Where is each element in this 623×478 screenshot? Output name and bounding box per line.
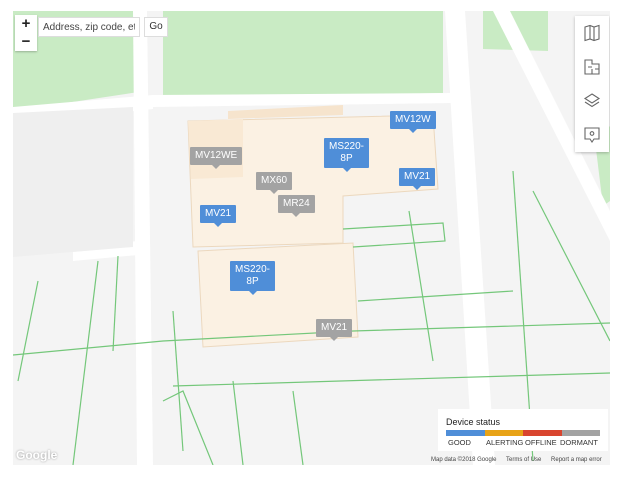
report-error-link[interactable]: Report a map error	[551, 457, 602, 463]
google-logo: Google	[16, 448, 58, 462]
layers-icon	[583, 93, 601, 108]
legend-swatch	[446, 430, 485, 436]
device-pin[interactable]: MV21	[399, 168, 436, 190]
floorplan-icon	[584, 59, 600, 75]
zoom-in-button[interactable]: +	[15, 15, 37, 33]
layers-button[interactable]	[575, 84, 609, 118]
device-pin[interactable]: MV21	[316, 319, 353, 341]
device-pin[interactable]: MS220- 8P	[324, 138, 370, 172]
tags-button[interactable]	[575, 118, 609, 152]
go-button[interactable]: Go	[144, 17, 168, 37]
device-pin[interactable]: MS220- 8P	[230, 261, 276, 295]
legend-swatch	[484, 430, 523, 436]
map-attribution: Map data ©2018 Google Terms of Use Repor…	[431, 457, 610, 463]
terms-link[interactable]: Terms of Use	[506, 457, 541, 463]
legend-label: OFFLINE	[525, 438, 557, 447]
device-status-legend: Device status GOOD ALERTING OFFLINE DORMANT	[438, 409, 608, 451]
device-pin[interactable]: MX60	[256, 172, 293, 194]
park-area	[163, 11, 443, 99]
building	[228, 105, 343, 119]
map-view-button[interactable]	[575, 16, 609, 50]
road	[133, 11, 153, 465]
legend-title: Device status	[446, 417, 501, 427]
map-icon	[584, 24, 600, 42]
zoom-control: + −	[15, 15, 37, 51]
building	[13, 107, 133, 257]
map-toolbar	[575, 16, 609, 152]
device-pin[interactable]: MV12WE	[190, 147, 243, 169]
device-pin[interactable]: MR24	[278, 195, 315, 217]
device-pin[interactable]: MV12W	[390, 111, 436, 133]
address-search-input[interactable]	[38, 17, 140, 37]
legend-label: GOOD	[448, 438, 471, 447]
map-base	[13, 11, 610, 465]
road	[445, 11, 495, 465]
legend-swatch	[523, 430, 562, 436]
map-view[interactable]: + − Go MV12W MV12WE MS220-8P MX60 MV21 MV21 MR…	[13, 11, 610, 465]
legend-label: DORMANT	[560, 438, 598, 447]
map-data-text: Map data ©2018 Google	[431, 457, 497, 463]
legend-swatch	[561, 430, 600, 436]
road	[153, 93, 453, 107]
legend-label: ALERTING	[486, 438, 524, 447]
tag-icon	[584, 127, 600, 143]
device-pin[interactable]: MV21	[200, 205, 237, 227]
floorplan-button[interactable]	[575, 50, 609, 84]
zoom-out-button[interactable]: −	[15, 33, 37, 51]
